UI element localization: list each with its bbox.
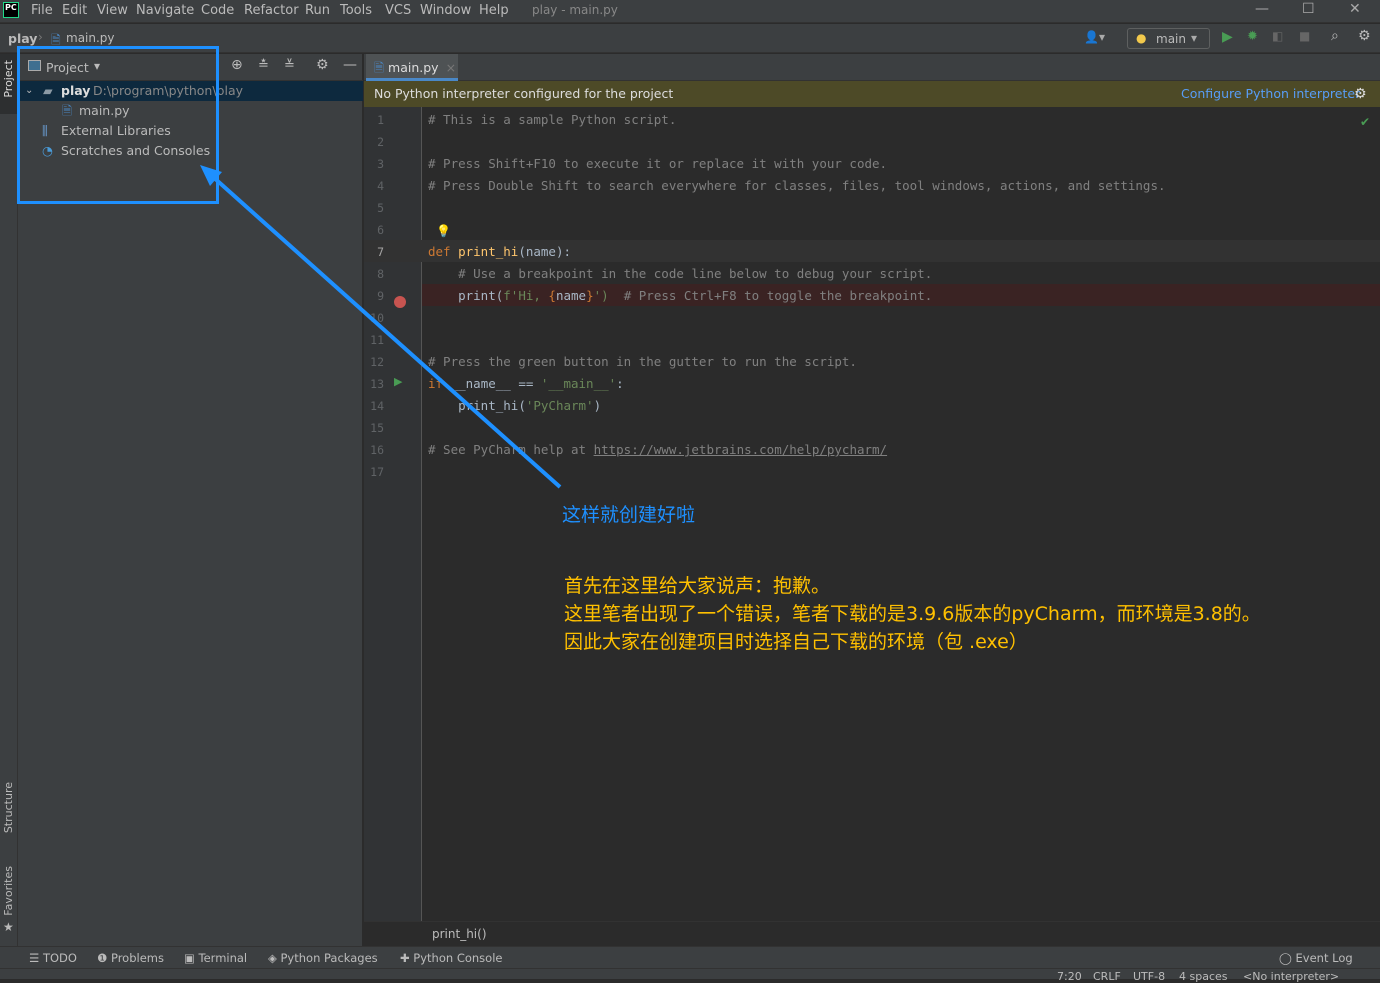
note-line: 首先在这里给大家说声：抱歉。 <box>564 575 831 597</box>
annotation-arrow <box>200 165 562 489</box>
annotation-yellow-note: 首先在这里给大家说声：抱歉。 这里笔者出现了一个错误，笔者下载的是3.9.6版本… <box>564 572 1261 656</box>
note-line: 这里笔者出现了一个错误，笔者下载的是3.9.6版本的pyCharm，而环境是3.… <box>564 603 1261 625</box>
annotation-blue-note: 这样就创建好啦 <box>562 504 696 526</box>
arrow-shaft <box>210 174 562 489</box>
note-line: 因此大家在创建项目时选择自己下载的环境（包 .exe） <box>564 631 1028 653</box>
